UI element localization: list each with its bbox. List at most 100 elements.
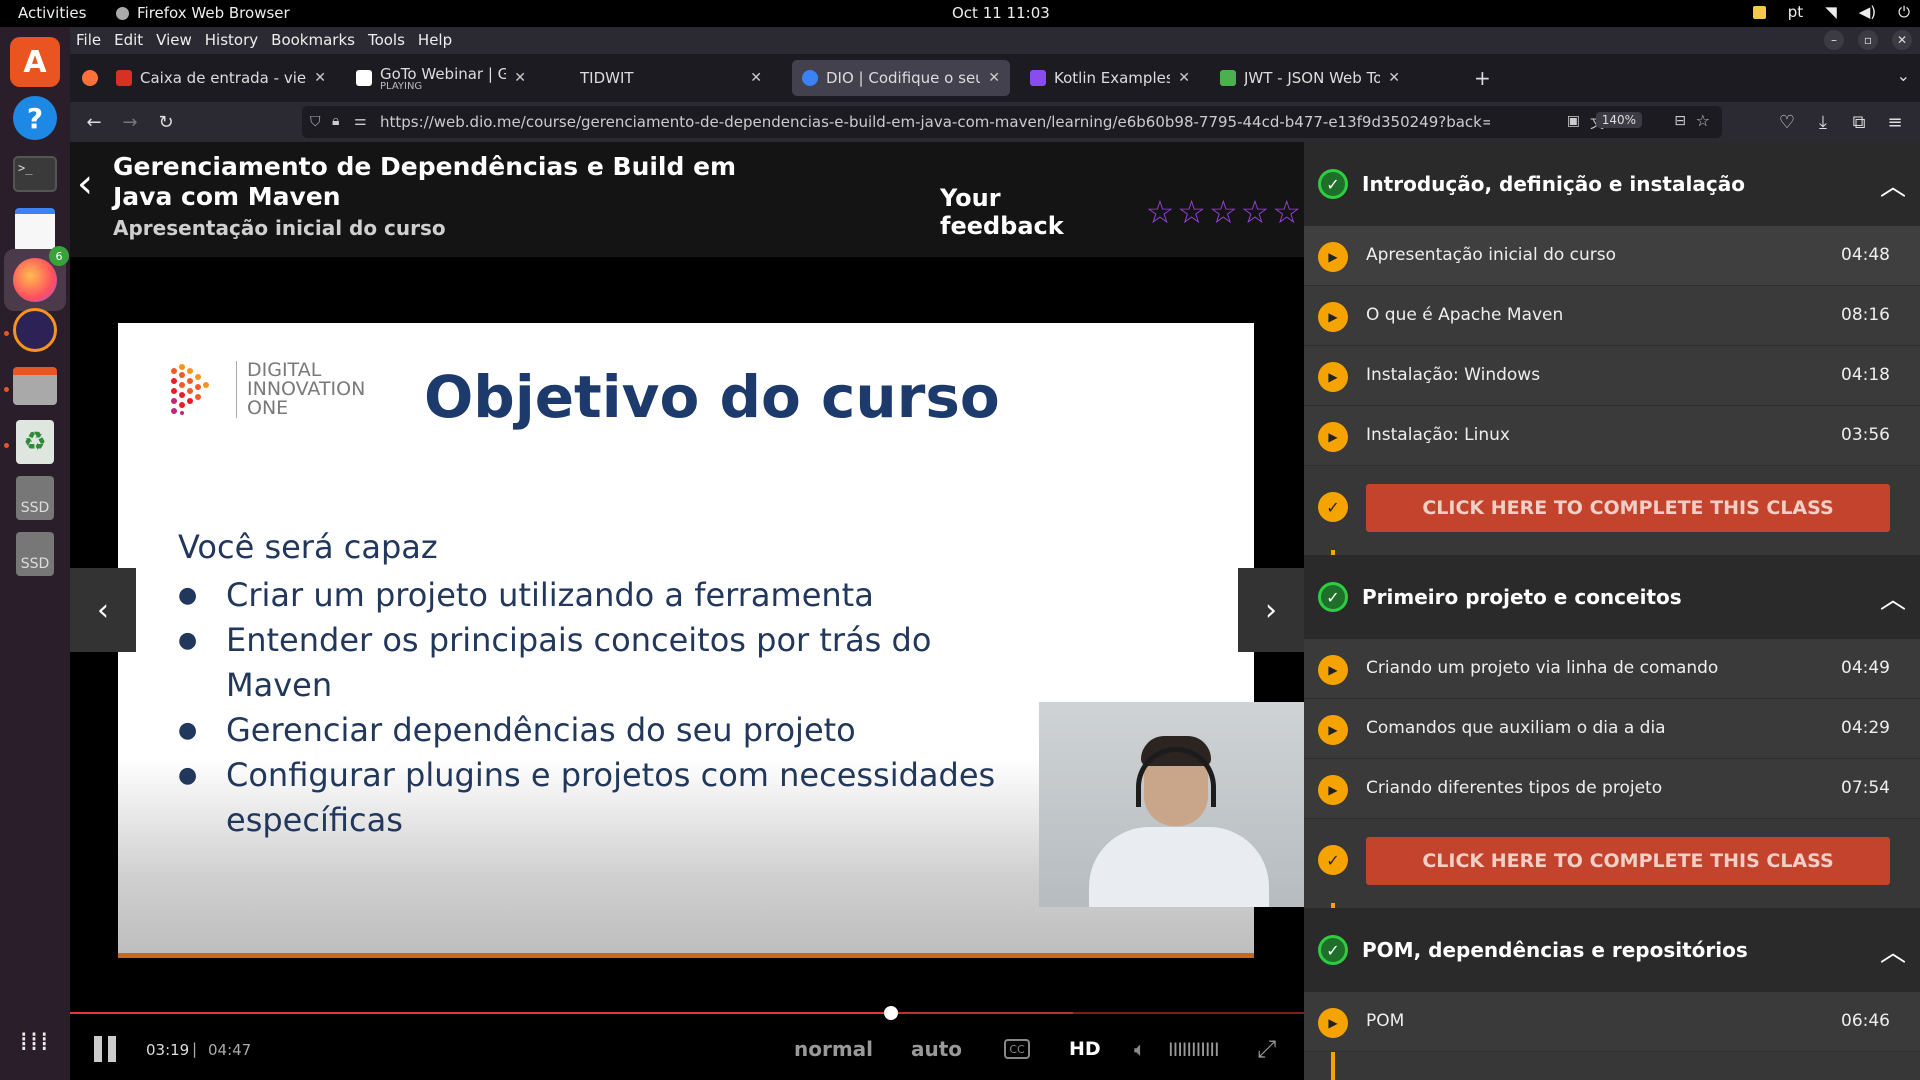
rating-star-icon[interactable]: ☆: [1209, 193, 1238, 231]
hd-button[interactable]: HD: [1069, 1038, 1101, 1060]
lesson-item[interactable]: ▶ Criando um projeto via linha de comand…: [1304, 639, 1920, 699]
list-tabs-icon[interactable]: ⌄: [1897, 66, 1910, 85]
zoom-indicator[interactable]: 140%: [1595, 112, 1642, 128]
notes-icon[interactable]: [1752, 5, 1766, 19]
firefox-dock-icon[interactable]: 6: [4, 246, 69, 311]
playback-speed-button[interactable]: normal: [794, 1037, 873, 1061]
firefox-view-icon[interactable]: [82, 70, 98, 86]
volume-icon[interactable]: 🔈︎: [1134, 1037, 1146, 1061]
lesson-title: Instalação: Windows: [1366, 365, 1541, 385]
progress-handle[interactable]: [883, 1006, 898, 1020]
bookmark-star-icon[interactable]: ☆: [1696, 111, 1710, 130]
language-indicator[interactable]: pt: [1788, 3, 1803, 21]
chevron-up-icon[interactable]: ︿: [1880, 166, 1906, 203]
complete-class-button[interactable]: CLICK HERE TO COMPLETE THIS CLASS: [1366, 837, 1890, 885]
rating-star-icon[interactable]: ☆: [1241, 193, 1270, 231]
lesson-item[interactable]: ▶ Comandos que auxiliam o dia a dia 04:2…: [1304, 699, 1920, 759]
lock-icon[interactable]: 🔒︎: [332, 113, 339, 129]
back-chevron-icon[interactable]: ‹: [70, 161, 100, 207]
app-center-icon[interactable]: A: [10, 37, 60, 87]
captions-button[interactable]: CC: [1004, 1039, 1030, 1059]
help-icon[interactable]: ?: [10, 93, 60, 143]
lesson-item[interactable]: ▶ Criando diferentes tipos de projeto 07…: [1304, 759, 1920, 819]
pocket-icon[interactable]: ♡: [1775, 110, 1799, 134]
course-title: Gerenciamento de Dependências e Build em…: [113, 152, 737, 211]
picture-in-picture-icon[interactable]: ▣: [1567, 113, 1580, 129]
new-tab-icon[interactable]: +: [1474, 66, 1491, 90]
quality-button[interactable]: auto: [911, 1037, 962, 1061]
url-text[interactable]: https://web.dio.me/course/gerenciamento-…: [380, 113, 1490, 131]
eclipse-icon[interactable]: [10, 305, 60, 355]
forward-icon[interactable]: →: [118, 110, 142, 134]
lesson-item[interactable]: ▶ O que é Apache Maven 08:16: [1304, 286, 1920, 346]
pause-button[interactable]: [94, 1036, 120, 1062]
terminal-icon[interactable]: >_: [10, 149, 60, 199]
previous-lesson-button[interactable]: ‹: [70, 568, 136, 652]
lesson-item[interactable]: ▶ Instalação: Windows 04:18: [1304, 346, 1920, 406]
close-tab-icon[interactable]: ✕: [988, 70, 1000, 86]
menu-view[interactable]: View: [156, 31, 192, 49]
reader-view-icon[interactable]: ⊟: [1674, 113, 1686, 129]
extensions-icon[interactable]: ⧉: [1847, 110, 1871, 134]
lesson-duration: 07:54: [1841, 778, 1890, 798]
minimize-icon[interactable]: –: [1824, 30, 1844, 50]
close-tab-icon[interactable]: ✕: [750, 70, 762, 86]
menu-file[interactable]: File: [76, 31, 101, 49]
module-header[interactable]: ✓ POM, dependências e repositórios ︿: [1304, 908, 1920, 992]
lesson-item[interactable]: ▶ POM 06:46: [1304, 992, 1920, 1052]
rating-star-icon[interactable]: ☆: [1146, 193, 1175, 231]
video-progress-bar[interactable]: [70, 1006, 1304, 1020]
wifi-icon: ◥: [1825, 3, 1837, 21]
volume-slider[interactable]: IIIIIIIIIII: [1168, 1039, 1220, 1061]
clock[interactable]: Oct 11 11:03: [952, 4, 1050, 22]
system-tray[interactable]: pt ◥ ◀) ⏻: [1752, 3, 1910, 21]
url-bar[interactable]: ⛉ 🔒︎ ⚌ https://web.dio.me/course/gerenci…: [302, 106, 1722, 138]
lesson-item[interactable]: ▶ Apresentação inicial do curso 04:48: [1304, 226, 1920, 286]
fullscreen-icon[interactable]: ⤢: [1257, 1035, 1276, 1063]
permissions-icon[interactable]: ⚌: [354, 113, 367, 129]
hamburger-menu-icon[interactable]: ≡: [1883, 110, 1907, 134]
close-tab-icon[interactable]: ✕: [314, 70, 326, 86]
menu-help[interactable]: Help: [418, 31, 452, 49]
close-tab-icon[interactable]: ✕: [1388, 70, 1400, 86]
ssd-drive-icon[interactable]: SSD: [10, 529, 60, 579]
show-apps-icon[interactable]: ⁞⁞⁞: [10, 1017, 60, 1067]
menu-edit[interactable]: Edit: [114, 31, 143, 49]
menu-bookmarks[interactable]: Bookmarks: [271, 31, 355, 49]
lesson-item[interactable]: ▶ Instalação: Linux 03:56: [1304, 406, 1920, 466]
back-icon[interactable]: ←: [82, 110, 106, 134]
trash-icon[interactable]: ♻: [10, 417, 60, 467]
close-window-icon[interactable]: ✕: [1892, 30, 1912, 50]
next-lesson-button[interactable]: ›: [1238, 568, 1304, 652]
restore-icon[interactable]: ▫: [1858, 30, 1878, 50]
module-header[interactable]: ✓ Introdução, definição e instalação ︿: [1304, 142, 1920, 226]
close-tab-icon[interactable]: ✕: [1178, 70, 1190, 86]
slide-bullet-list: Criar um projeto utilizando a ferramenta…: [178, 573, 1038, 843]
activities-button[interactable]: Activities: [18, 4, 86, 22]
chevron-up-icon[interactable]: ︿: [1880, 579, 1906, 616]
video-player[interactable]: DIGITAL INNOVATION ONE Objetivo do curso…: [70, 257, 1304, 1080]
tab-gmail[interactable]: Caixa de entrada - vieira.f ✕: [106, 60, 336, 96]
play-icon: ▶: [1318, 362, 1348, 392]
files-icon[interactable]: [10, 361, 60, 411]
menu-tools[interactable]: Tools: [368, 31, 405, 49]
rating-star-icon[interactable]: ☆: [1177, 193, 1206, 231]
chevron-up-icon[interactable]: ︿: [1880, 932, 1906, 969]
app-menu[interactable]: Firefox Web Browser: [116, 4, 290, 22]
ssd-drive-icon[interactable]: SSD: [10, 473, 60, 523]
tab-tidwit[interactable]: TIDWIT ✕: [546, 60, 772, 96]
tab-gotowebinar[interactable]: GoTo Webinar | GoTo WePLAYING ✕: [346, 60, 536, 96]
tab-dio[interactable]: DIO | Codifique o seu futu ✕: [792, 60, 1010, 96]
check-icon: ✓: [1318, 845, 1348, 875]
close-tab-icon[interactable]: ✕: [514, 70, 526, 86]
tab-kotlin[interactable]: Kotlin Examples: Learn Ko ✕: [1020, 60, 1200, 96]
shield-icon[interactable]: ⛉: [310, 114, 321, 130]
downloads-icon[interactable]: ⤓: [1811, 110, 1835, 134]
complete-class-button[interactable]: CLICK HERE TO COMPLETE THIS CLASS: [1366, 484, 1890, 532]
instructor-shirt: [1089, 827, 1269, 907]
reload-icon[interactable]: ↻: [154, 110, 178, 134]
rating-star-icon[interactable]: ☆: [1272, 193, 1301, 231]
module-header[interactable]: ✓ Primeiro projeto e conceitos ︿: [1304, 555, 1920, 639]
menu-history[interactable]: History: [205, 31, 258, 49]
tab-jwt[interactable]: JWT - JSON Web Token - ✕: [1210, 60, 1410, 96]
